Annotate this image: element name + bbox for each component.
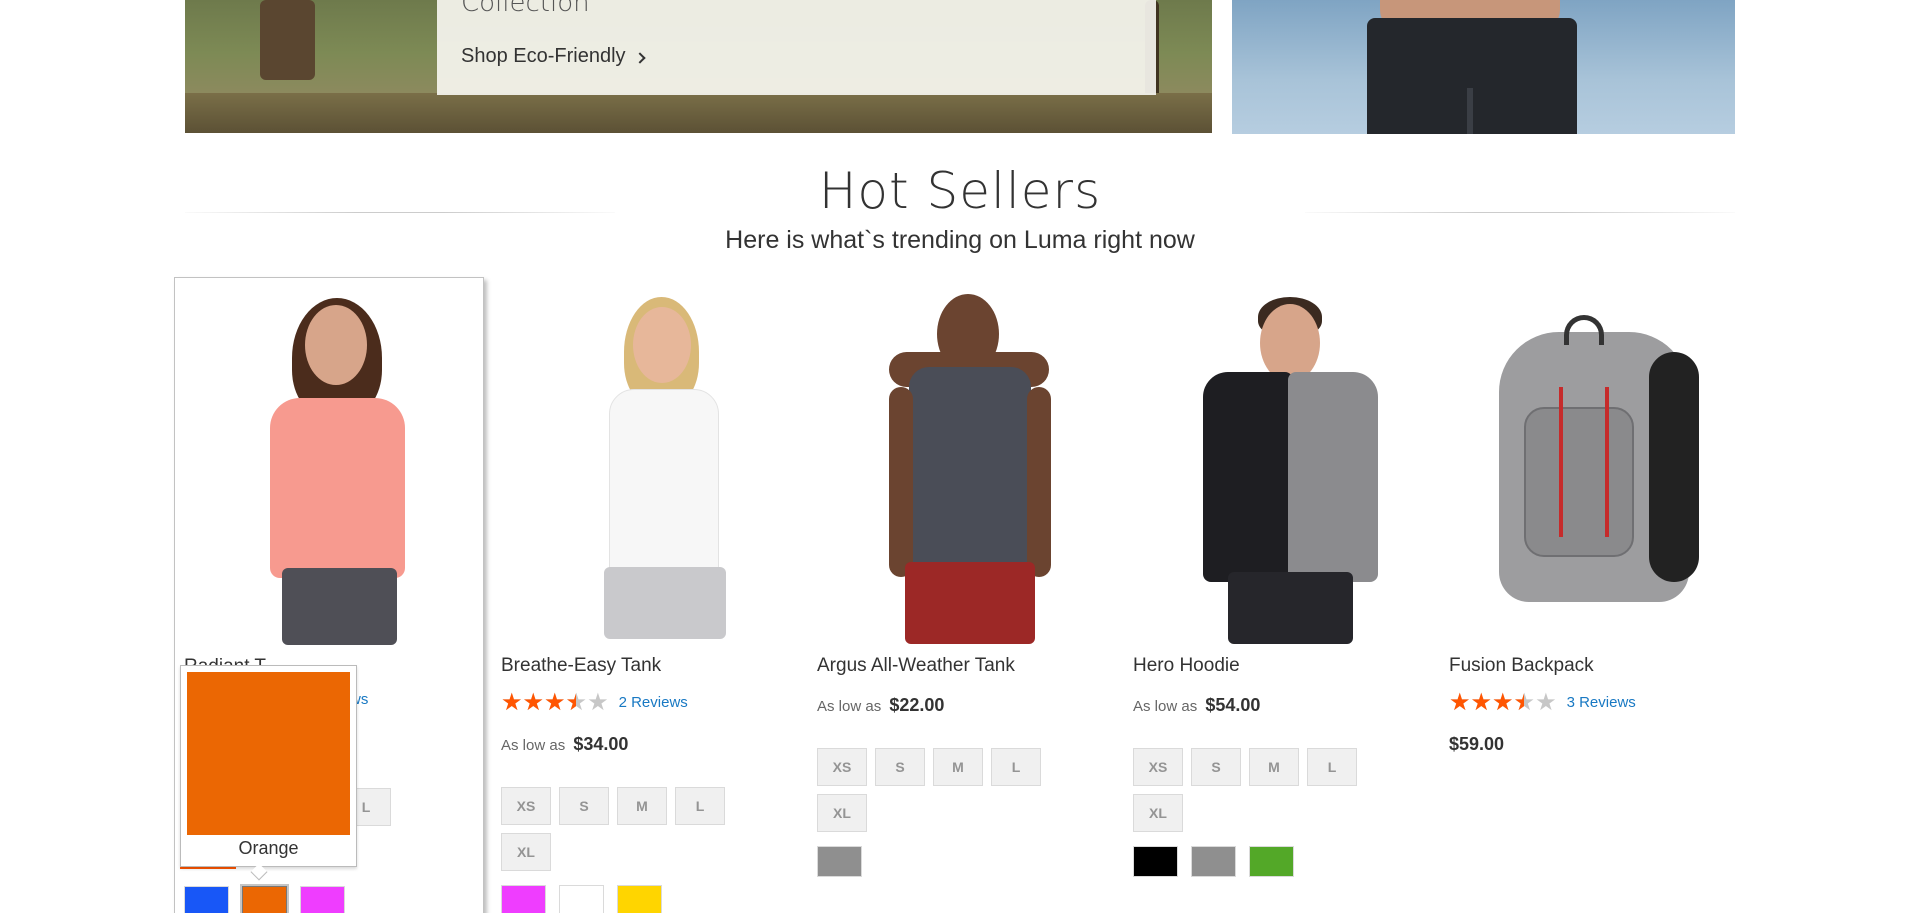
tooltip-label: Orange [238,838,299,858]
product-name[interactable]: Fusion Backpack [1449,655,1594,677]
tooltip-color-preview [187,672,350,835]
rating-stars: ★★★★★ ★★★★★ [501,688,609,716]
product-card-argus-all-weather-tank[interactable]: Argus All-Weather Tank As low as $22.00 … [817,277,1127,913]
product-image[interactable] [175,278,483,645]
rating-stars: ★★★★★ ★★★★★ [1449,688,1557,716]
size-option-xs[interactable]: XS [817,748,867,786]
color-swatch-black[interactable] [1133,846,1178,877]
price-label: As low as [1133,698,1198,715]
forest-ground-image [185,93,1212,133]
size-option-l[interactable]: L [675,787,725,825]
size-options: XS S M L XL [501,787,761,871]
size-option-m[interactable]: M [933,748,983,786]
size-options: XS S M L XL [817,748,1077,832]
color-options [817,846,862,877]
reviews-link[interactable]: 2 Reviews [619,694,688,711]
product-card-breathe-easy-tank[interactable]: Breathe-Easy Tank ★★★★★ ★★★★★ 2 Reviews … [501,277,811,913]
swatch-tooltip: Orange [180,665,357,867]
size-option-xs[interactable]: XS [1133,748,1183,786]
product-image[interactable] [1133,277,1443,644]
product-rating: ★★★★★ ★★★★★ 2 Reviews [501,690,688,714]
color-swatch-orange[interactable] [240,884,289,913]
price-box: As low as $34.00 [501,734,628,755]
size-option-s[interactable]: S [875,748,925,786]
size-option-xl[interactable]: XL [501,833,551,871]
product-name[interactable]: Argus All-Weather Tank [817,655,1015,677]
size-option-l[interactable]: L [1307,748,1357,786]
reviews-link[interactable]: 3 Reviews [1567,694,1636,711]
size-option-s[interactable]: S [1191,748,1241,786]
price-label: As low as [501,737,566,754]
color-swatch-white[interactable] [559,885,604,913]
size-option-xl[interactable]: XL [817,794,867,832]
banner-content-box: Collection Shop Eco-Friendly [437,0,1156,95]
tree-trunk-image [260,0,315,80]
size-option-xs[interactable]: XS [501,787,551,825]
chevron-right-icon [633,51,646,64]
eco-friendly-banner[interactable]: Collection Shop Eco-Friendly [185,0,1212,133]
color-swatch-green[interactable] [1249,846,1294,877]
price-value: $22.00 [889,695,945,715]
color-options [501,885,662,913]
price-value: $54.00 [1205,695,1261,715]
price-box: As low as $22.00 [817,695,944,716]
shop-link-label: Shop Eco-Friendly [461,45,626,67]
price-box: $59.00 [1449,734,1504,755]
product-image[interactable] [501,277,811,644]
size-option-l[interactable]: L [991,748,1041,786]
color-options [184,884,345,913]
product-card-hero-hoodie[interactable]: Hero Hoodie As low as $54.00 XS S M L XL [1133,277,1443,913]
color-swatch-yellow[interactable] [617,885,662,913]
price-box: As low as $54.00 [1133,695,1260,716]
size-options: XS S M L XL [1133,748,1393,832]
product-image[interactable] [817,277,1127,644]
product-card-fusion-backpack[interactable]: Fusion Backpack ★★★★★ ★★★★★ 3 Reviews $5… [1449,277,1759,913]
size-option-m[interactable]: M [1249,748,1299,786]
price-value: $34.00 [573,734,629,754]
section-title: Hot Sellers [818,162,1102,220]
model-leggings-image [1367,18,1577,134]
pants-banner[interactable] [1232,0,1735,134]
size-option-s[interactable]: S [559,787,609,825]
banner-collection-text: Collection [461,0,590,18]
size-option-m[interactable]: M [617,787,667,825]
product-image[interactable] [1449,277,1759,644]
product-rating: ★★★★★ ★★★★★ 3 Reviews [1449,690,1636,714]
color-swatch-gray[interactable] [1191,846,1236,877]
size-option-xl[interactable]: XL [1133,794,1183,832]
price-label: As low as [817,698,882,715]
color-swatch-gray[interactable] [817,846,862,877]
product-name[interactable]: Breathe-Easy Tank [501,655,661,677]
color-options [1133,846,1294,877]
section-subtitle: Here is what`s trending on Luma right no… [725,226,1195,254]
shop-eco-friendly-link[interactable]: Shop Eco-Friendly [461,45,646,68]
color-swatch-blue[interactable] [184,886,229,913]
product-name[interactable]: Hero Hoodie [1133,655,1240,677]
color-swatch-purple[interactable] [501,885,546,913]
price-value: $59.00 [1449,734,1505,754]
color-swatch-purple[interactable] [300,886,345,913]
